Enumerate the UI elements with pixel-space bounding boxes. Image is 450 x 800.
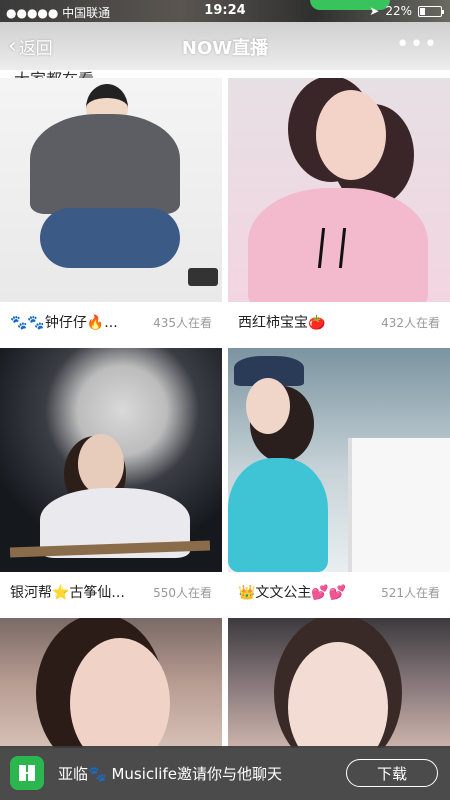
stream-thumbnail [0, 348, 222, 572]
viewer-count: 432人在看 [381, 315, 440, 330]
stream-card[interactable] [0, 618, 222, 748]
stream-card[interactable] [228, 618, 450, 748]
download-button[interactable]: 下载 [346, 759, 438, 787]
invite-message: 亚临🐾 Musiclife邀请你与他聊天 [58, 764, 282, 783]
invite-banner: 亚临🐾 Musiclife邀请你与他聊天 下载 [0, 746, 450, 800]
stream-caption: 🐾🐾钟仔仔🔥... 435人在看 [0, 302, 222, 342]
more-options-button[interactable]: ••• [396, 32, 438, 57]
stream-thumbnail [228, 348, 450, 572]
stream-thumbnail [0, 618, 222, 748]
battery-percent: 22% [385, 4, 412, 18]
stream-thumbnail [228, 78, 450, 302]
stream-caption: 西红柿宝宝🍅 432人在看 [228, 302, 450, 342]
stream-card[interactable]: 👑文文公主💕💕 521人在看 [228, 348, 450, 612]
viewer-count: 521人在看 [381, 585, 440, 600]
stream-caption: 银河帮⭐古筝仙... 550人在看 [0, 572, 222, 612]
stream-thumbnail [0, 78, 222, 302]
streamer-name: 银河帮⭐古筝仙... [10, 585, 125, 601]
stream-thumbnail [228, 618, 450, 748]
now-app-logo-icon [10, 756, 44, 790]
viewer-count: 435人在看 [153, 315, 212, 330]
stream-card[interactable]: 🐾🐾钟仔仔🔥... 435人在看 [0, 78, 222, 342]
navigation-bar: ‹ 返回 NOW直播 ••• 大家都在看 [0, 22, 450, 89]
status-bar: ●●●●● 中国联通 19:24 ➤ 22% [0, 0, 450, 22]
stream-card[interactable]: 西红柿宝宝🍅 432人在看 [228, 78, 450, 342]
battery-icon [418, 5, 444, 17]
viewer-count: 550人在看 [153, 585, 212, 600]
location-arrow-icon: ➤ [369, 4, 380, 18]
streamer-name: 👑文文公主💕💕 [238, 585, 347, 601]
streamer-name: 西红柿宝宝🍅 [238, 315, 326, 331]
battery-status: ➤ 22% [369, 4, 444, 18]
streamer-name: 🐾🐾钟仔仔🔥... [10, 315, 118, 331]
stream-card[interactable]: 银河帮⭐古筝仙... 550人在看 [0, 348, 222, 612]
page-title: NOW直播 [181, 38, 269, 59]
stream-caption: 👑文文公主💕💕 521人在看 [228, 572, 450, 612]
